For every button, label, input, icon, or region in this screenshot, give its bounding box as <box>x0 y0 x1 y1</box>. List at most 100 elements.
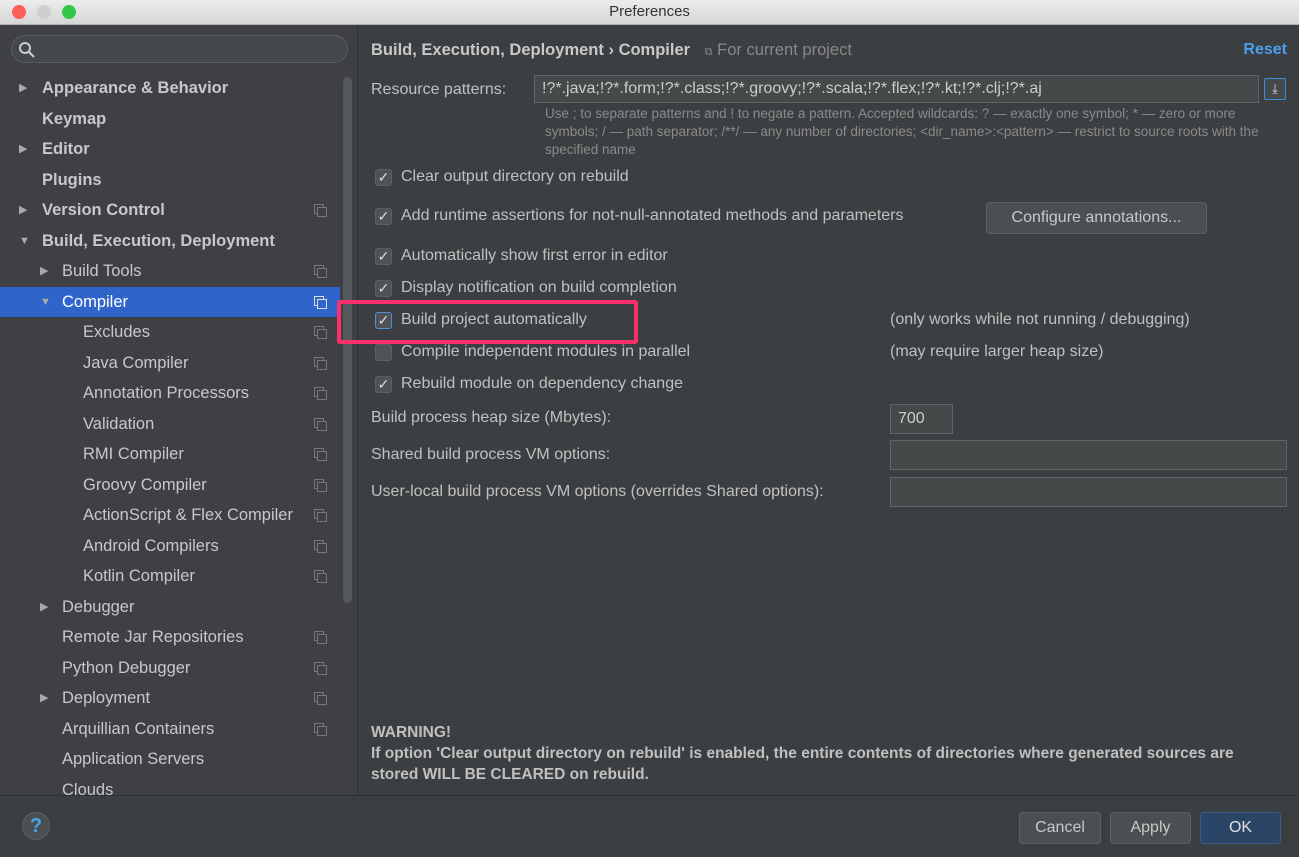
sidebar-item-label: Version Control <box>42 201 165 219</box>
settings-search-input[interactable] <box>11 35 348 63</box>
project-scope-icon <box>314 326 327 339</box>
sidebar-item[interactable]: Clouds <box>0 775 340 796</box>
warning-message: WARNING! If option 'Clear output directo… <box>371 722 1271 785</box>
option-label[interactable]: Compile independent modules in parallel <box>401 343 690 361</box>
project-scope-icon <box>314 265 327 278</box>
sidebar-item[interactable]: ▼ Compiler <box>0 286 340 317</box>
sidebar-item-label: Appearance & Behavior <box>42 79 229 97</box>
expand-right-icon[interactable]: ▶ <box>19 195 27 225</box>
shared-vm-options-label: Shared build process VM options: <box>371 446 611 463</box>
project-scope-icon <box>314 417 327 431</box>
sidebar-item[interactable]: ▶ Debugger <box>0 592 340 622</box>
expand-right-icon[interactable]: ▶ <box>19 73 27 103</box>
option-checkbox[interactable]: ✓ <box>375 169 392 186</box>
project-scope-icon <box>314 204 327 217</box>
breadcrumb-separator: › <box>608 41 614 59</box>
resource-patterns-hint: Use ; to separate patterns and ! to nega… <box>545 106 1259 157</box>
option-label[interactable]: Add runtime assertions for not-null-anno… <box>401 207 904 225</box>
option-checkbox[interactable]: ✓ <box>375 208 392 225</box>
sidebar-item-label: Application Servers <box>62 750 205 768</box>
project-scope-icon <box>314 631 327 644</box>
shared-vm-options-input[interactable] <box>890 440 1287 470</box>
zoom-window-button[interactable] <box>62 5 76 19</box>
sidebar-item[interactable]: ▶ Appearance & Behavior <box>0 73 340 103</box>
project-scope-icon: ⧉ <box>704 46 713 58</box>
local-vm-options-input[interactable] <box>890 477 1287 507</box>
sidebar-item[interactable]: Remote Jar Repositories <box>0 622 340 652</box>
warning-title: WARNING! <box>371 724 452 741</box>
option-checkbox[interactable]: ✓ <box>375 280 392 297</box>
sidebar-item[interactable]: ▶ Build Tools <box>0 256 340 286</box>
expand-down-icon[interactable]: ▼ <box>40 287 51 317</box>
option-label[interactable]: Automatically show first error in editor <box>401 247 668 265</box>
expand-right-icon[interactable]: ▶ <box>40 592 48 622</box>
resource-patterns-input[interactable]: !?*.java;!?*.form;!?*.class;!?*.groovy;!… <box>534 75 1259 103</box>
option-label[interactable]: Display notification on build completion <box>401 279 677 297</box>
sidebar-item[interactable]: Groovy Compiler <box>0 470 340 500</box>
option-checkbox[interactable] <box>375 344 392 361</box>
option-checkbox[interactable]: ✓ <box>375 248 392 265</box>
sidebar-item[interactable]: ▶ Deployment <box>0 683 340 713</box>
minimize-window-button[interactable] <box>37 5 51 19</box>
sidebar-item[interactable]: Validation <box>0 409 340 439</box>
option-checkbox[interactable]: ✓ <box>375 376 392 393</box>
project-scope-icon <box>314 509 327 522</box>
reset-link[interactable]: Reset <box>1243 41 1287 59</box>
sidebar-item[interactable]: Kotlin Compiler <box>0 561 340 591</box>
option-label[interactable]: Clear output directory on rebuild <box>401 168 629 186</box>
expand-right-icon[interactable]: ▶ <box>19 134 27 164</box>
sidebar-item-label: Kotlin Compiler <box>83 567 195 585</box>
sidebar-item-label: ActionScript & Flex Compiler <box>83 506 293 524</box>
sidebar-item[interactable]: Application Servers <box>0 744 340 774</box>
sidebar-item[interactable]: RMI Compiler <box>0 439 340 469</box>
project-scope-icon <box>314 722 327 736</box>
sidebar-item-label: RMI Compiler <box>83 445 184 463</box>
help-button[interactable]: ? <box>22 812 50 840</box>
sidebar-item[interactable]: ▶ Editor <box>0 134 340 164</box>
apply-button[interactable]: Apply <box>1110 812 1191 844</box>
expand-right-icon[interactable]: ▶ <box>40 683 48 713</box>
dialog-footer: ? Cancel Apply OK <box>0 795 1299 857</box>
sidebar-item[interactable]: Android Compilers <box>0 531 340 561</box>
sidebar-item[interactable]: Excludes <box>0 317 340 347</box>
sidebar-item-label: Build Tools <box>62 262 142 280</box>
breadcrumb-parent: Build, Execution, Deployment <box>371 41 604 59</box>
project-scope-icon <box>314 478 327 492</box>
project-scope-icon <box>314 448 327 461</box>
project-scope-icon <box>314 356 327 370</box>
heap-size-input[interactable]: 700 <box>890 404 953 434</box>
expand-down-icon[interactable]: ▼ <box>19 226 30 256</box>
sidebar-item-label: Validation <box>83 414 155 433</box>
sidebar-item[interactable]: Java Compiler <box>0 348 340 378</box>
heap-size-label: Build process heap size (Mbytes): <box>371 409 612 426</box>
resource-patterns-label: Resource patterns: <box>371 81 507 98</box>
search-icon <box>19 42 35 58</box>
sidebar-item[interactable]: Keymap <box>0 104 340 134</box>
sidebar-item[interactable]: Python Debugger <box>0 653 340 683</box>
option-label[interactable]: Rebuild module on dependency change <box>401 375 683 393</box>
sidebar-item-label: Groovy Compiler <box>83 475 207 494</box>
ok-button[interactable]: OK <box>1200 812 1281 844</box>
highlight-annotation-box <box>337 300 638 344</box>
sidebar-item-label: Build, Execution, Deployment <box>42 231 275 250</box>
sidebar-item[interactable]: ▶ Version Control <box>0 195 340 225</box>
expand-field-icon[interactable]: ⤓ <box>1264 78 1286 100</box>
sidebar-item[interactable]: Arquillian Containers <box>0 714 340 744</box>
close-window-button[interactable] <box>12 5 26 19</box>
project-scope-icon <box>314 539 327 553</box>
sidebar-item-label: Keymap <box>42 109 107 128</box>
configure-annotations-button[interactable]: Configure annotations... <box>986 202 1207 234</box>
sidebar-item[interactable]: ActionScript & Flex Compiler <box>0 500 340 530</box>
sidebar-item-label: Java Compiler <box>83 353 189 372</box>
sidebar-item[interactable]: ▼ Build, Execution, Deployment <box>0 226 340 256</box>
project-scope-icon <box>314 387 327 400</box>
sidebar-item[interactable]: Annotation Processors <box>0 378 340 408</box>
compiler-settings-panel: Build, Execution, Deployment › Compiler … <box>359 25 1299 795</box>
project-scope-icon <box>314 295 327 309</box>
sidebar-item-label: Android Compilers <box>83 536 219 555</box>
title-bar: Preferences <box>0 0 1299 25</box>
cancel-button[interactable]: Cancel <box>1019 812 1101 844</box>
settings-sidebar: ▶ Appearance & Behavior Keymap ▶ Editor Plugi… <box>0 25 358 795</box>
sidebar-item[interactable]: Plugins <box>0 165 340 195</box>
expand-right-icon[interactable]: ▶ <box>40 256 48 286</box>
